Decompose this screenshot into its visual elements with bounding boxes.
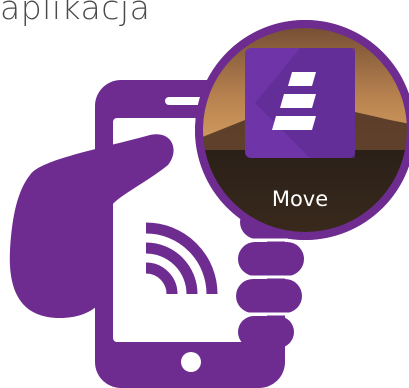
phone-in-hand-illustration: Move [9, 20, 409, 388]
app-label: Move [272, 187, 328, 211]
app-zoom-circle: Move [195, 20, 409, 240]
move-app-icon[interactable] [245, 48, 355, 158]
